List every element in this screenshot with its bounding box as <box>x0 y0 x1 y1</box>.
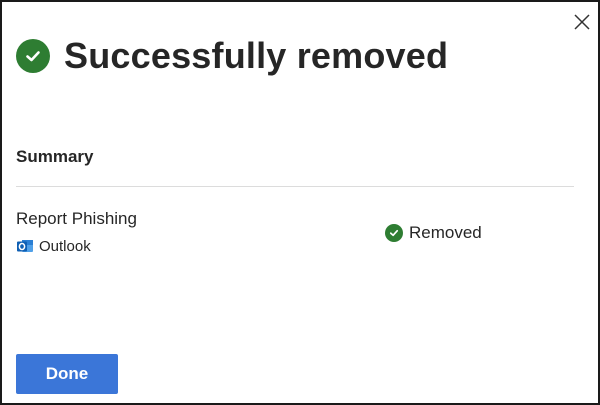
summary-heading: Summary <box>16 147 94 166</box>
done-button[interactable]: Done <box>16 354 118 394</box>
dialog-title: Successfully removed <box>64 35 449 76</box>
outlook-icon <box>16 237 34 255</box>
close-icon[interactable] <box>572 12 592 32</box>
app-name: Outlook <box>39 237 91 255</box>
dialog-header: Successfully removed <box>16 35 449 76</box>
check-circle-icon <box>385 224 403 242</box>
status-row: Removed <box>385 223 482 243</box>
app-row: Outlook <box>16 237 91 255</box>
check-circle-icon <box>16 39 50 73</box>
removal-dialog: Successfully removed Summary Report Phis… <box>0 0 600 405</box>
divider <box>16 186 574 187</box>
status-label: Removed <box>409 223 482 242</box>
close-button[interactable] <box>572 12 592 32</box>
item-name: Report Phishing <box>16 209 137 228</box>
